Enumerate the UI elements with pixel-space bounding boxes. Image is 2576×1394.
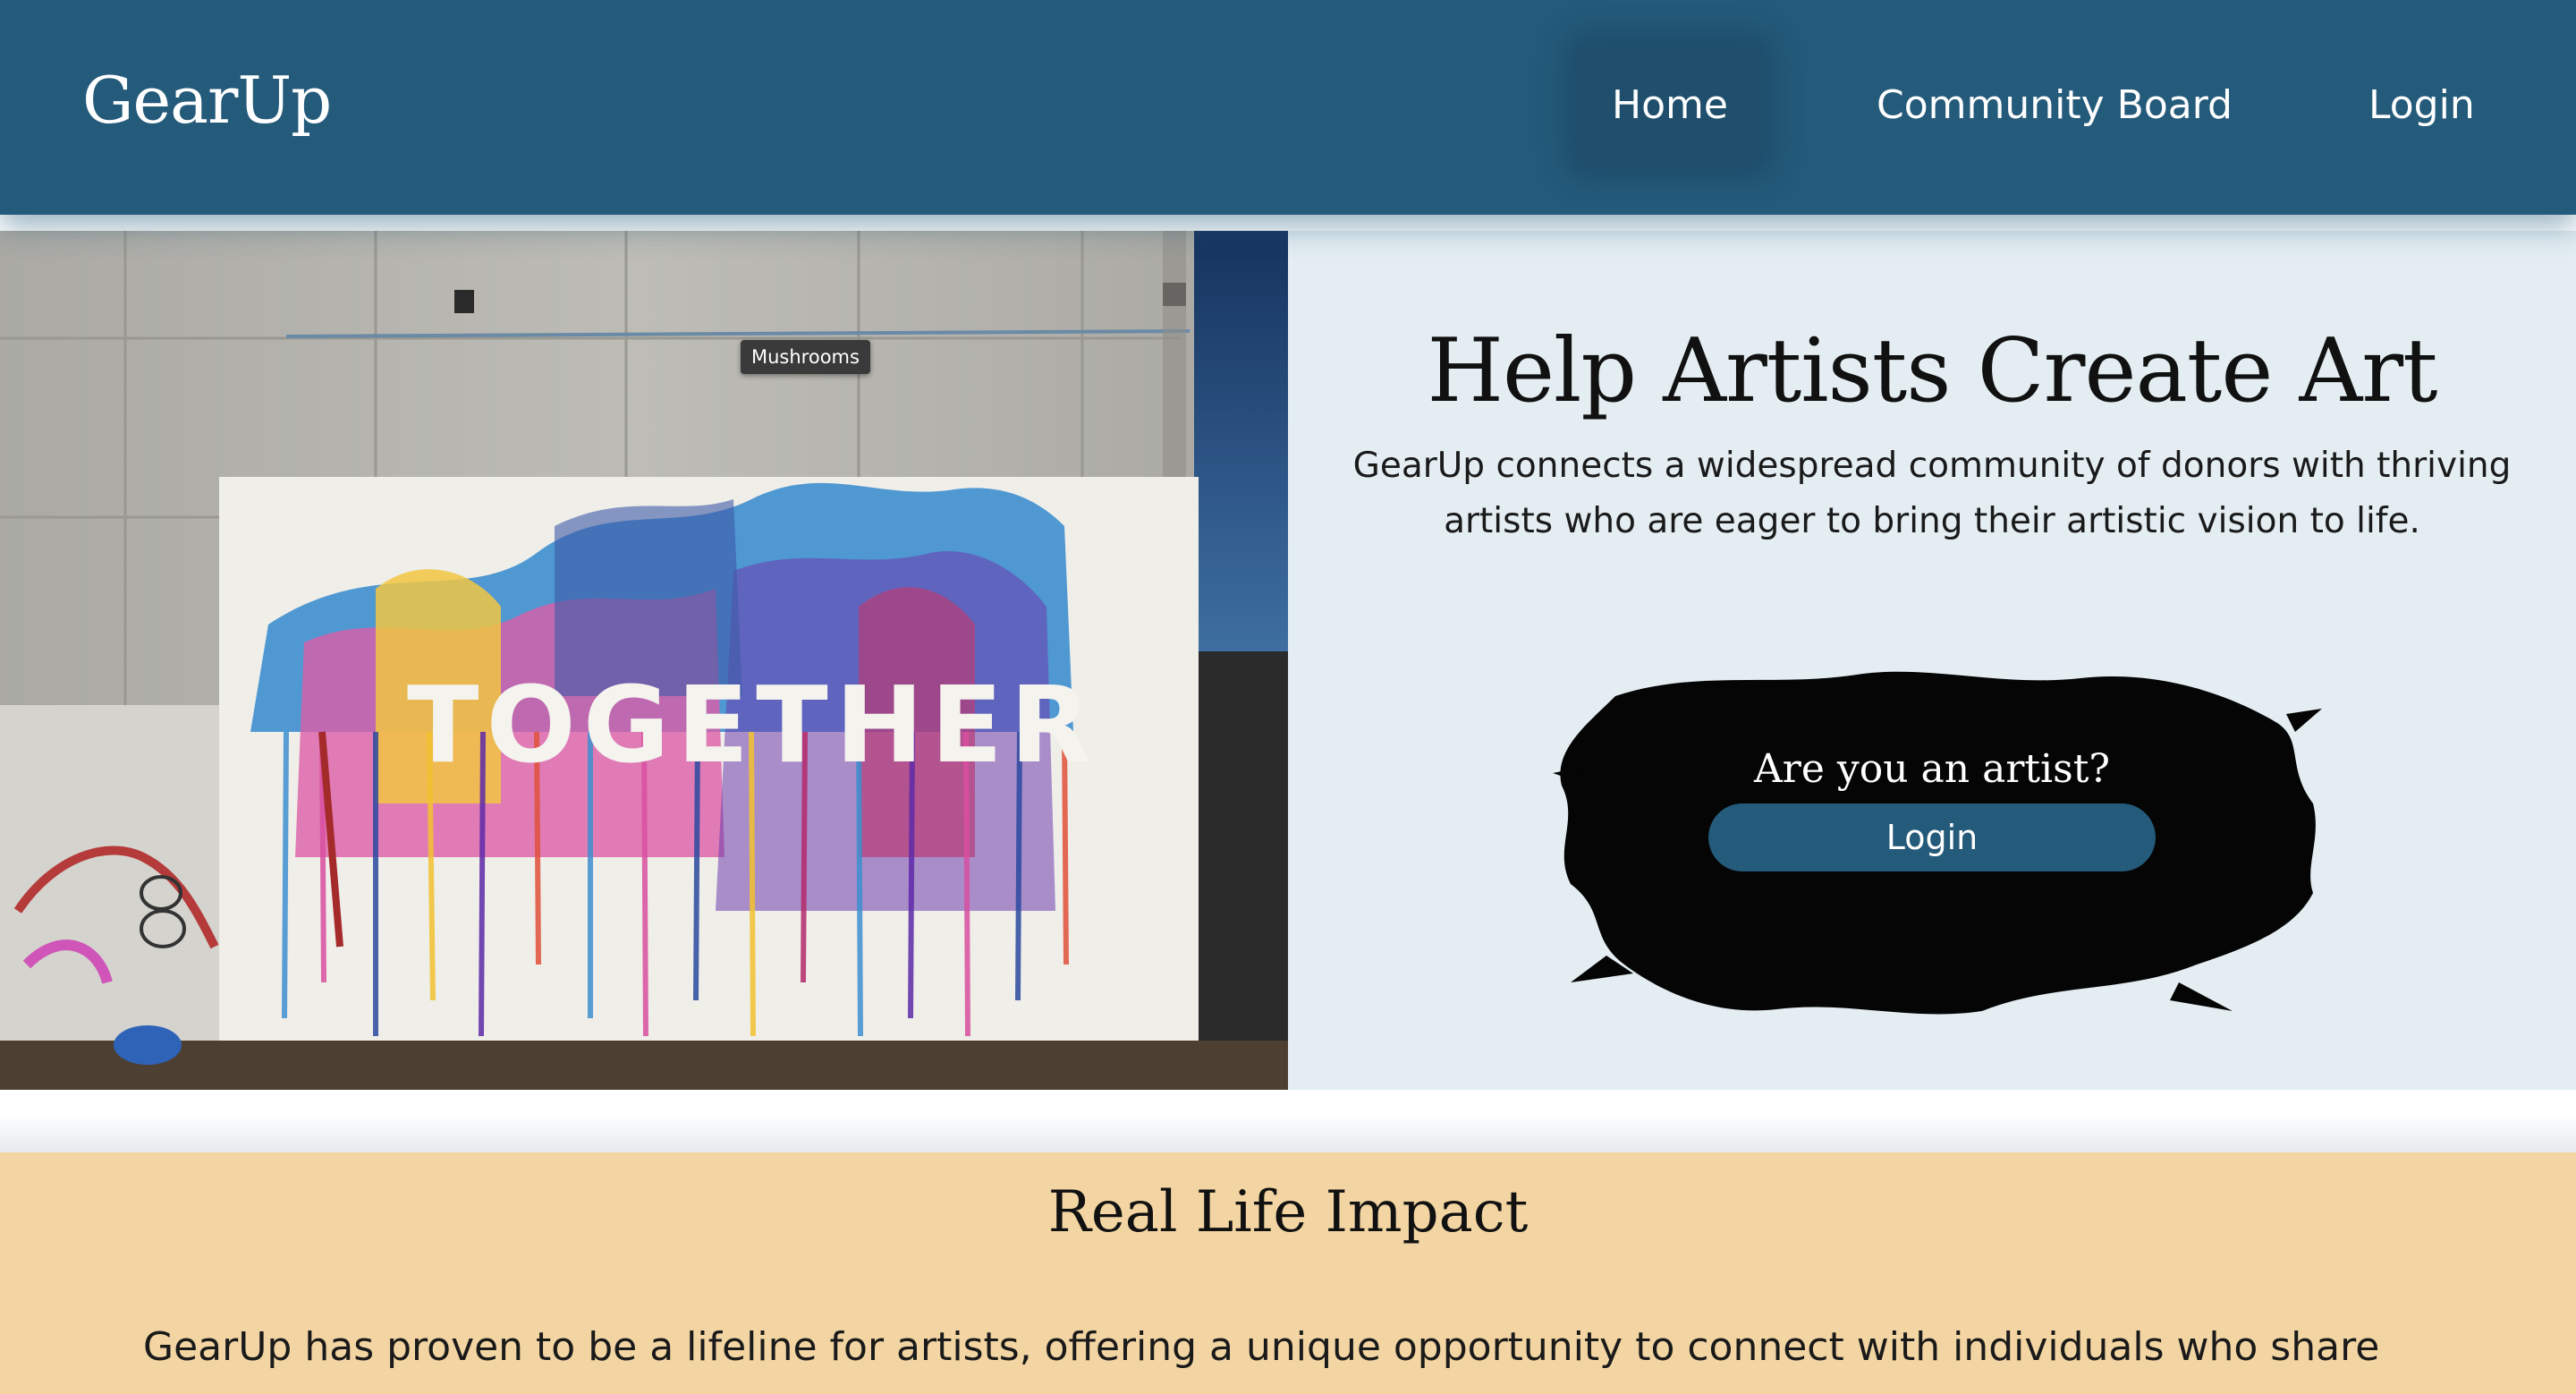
hero-description: GearUp connects a widespread community o… [1352,446,2512,541]
impact-section: Real Life Impact GearUp has proven to be… [0,1152,2576,1394]
hero-title: Help Artists Create Art [1427,320,2438,422]
section-divider [0,1090,2576,1152]
brand-logo[interactable]: GearUp [82,63,332,138]
hero-text-panel: Help Artists Create Art GearUp connects … [1288,231,2576,1090]
nav-home-link[interactable]: Home [1576,43,1764,167]
nav-community-board-link[interactable]: Community Board [1877,82,2233,128]
nav-login-link[interactable]: Login [2368,82,2475,128]
hero-mural-image: TOGETHER [0,231,1288,1090]
image-tooltip: Mushrooms [741,340,870,374]
artist-question: Are you an artist? [1754,746,2110,792]
hero-section: TOGETHER Help Artists Create Art GearUp … [0,231,2576,1090]
impact-body-text: GearUp has proven to be a lifeline for a… [143,1324,2380,1370]
impact-title: Real Life Impact [1047,1179,1529,1245]
artist-login-button[interactable]: Login [1708,803,2156,871]
top-navbar: GearUp Home Community Board Login [0,0,2576,215]
mural-together-text: TOGETHER [407,663,1098,786]
